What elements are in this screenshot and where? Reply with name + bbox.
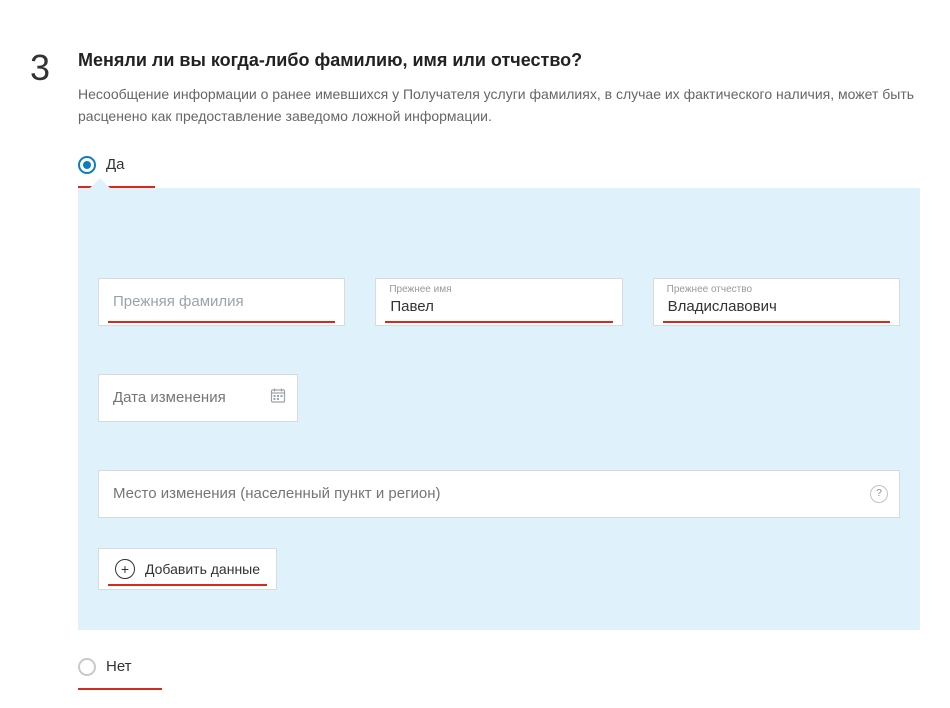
- field-change-place: ?: [98, 470, 900, 518]
- add-button-label: Добавить данные: [145, 561, 260, 577]
- field-prev-surname: [98, 278, 345, 326]
- underline-indicator: [108, 321, 335, 323]
- question-title: Меняли ли вы когда-либо фамилию, имя или…: [78, 50, 920, 71]
- prev-name-label: Прежнее имя: [389, 284, 451, 295]
- field-change-date: [98, 374, 298, 422]
- radio-label-yes: Да: [106, 156, 125, 173]
- prev-patronymic-label: Прежнее отчество: [667, 284, 752, 295]
- question-description: Несообщение информации о ранее имевшихся…: [78, 83, 920, 128]
- underline-indicator: [108, 584, 267, 586]
- help-icon[interactable]: ?: [870, 485, 888, 503]
- change-place-input[interactable]: [98, 470, 900, 518]
- radio-label-no: Нет: [106, 658, 132, 675]
- field-prev-patronymic: Прежнее отчество: [653, 278, 900, 326]
- change-date-input[interactable]: [98, 374, 298, 422]
- field-prev-name: Прежнее имя: [375, 278, 622, 326]
- radio-option-no[interactable]: Нет: [78, 658, 162, 690]
- underline-indicator: [663, 321, 890, 323]
- plus-icon: +: [115, 559, 135, 579]
- calendar-icon[interactable]: [270, 387, 286, 408]
- prev-surname-input[interactable]: [98, 278, 345, 326]
- radio-icon-selected: [78, 156, 96, 174]
- step-number: 3: [30, 50, 78, 690]
- underline-indicator: [385, 321, 612, 323]
- expanded-panel: Прежнее имя Прежнее отчество: [78, 188, 920, 630]
- radio-icon-unselected: [78, 658, 96, 676]
